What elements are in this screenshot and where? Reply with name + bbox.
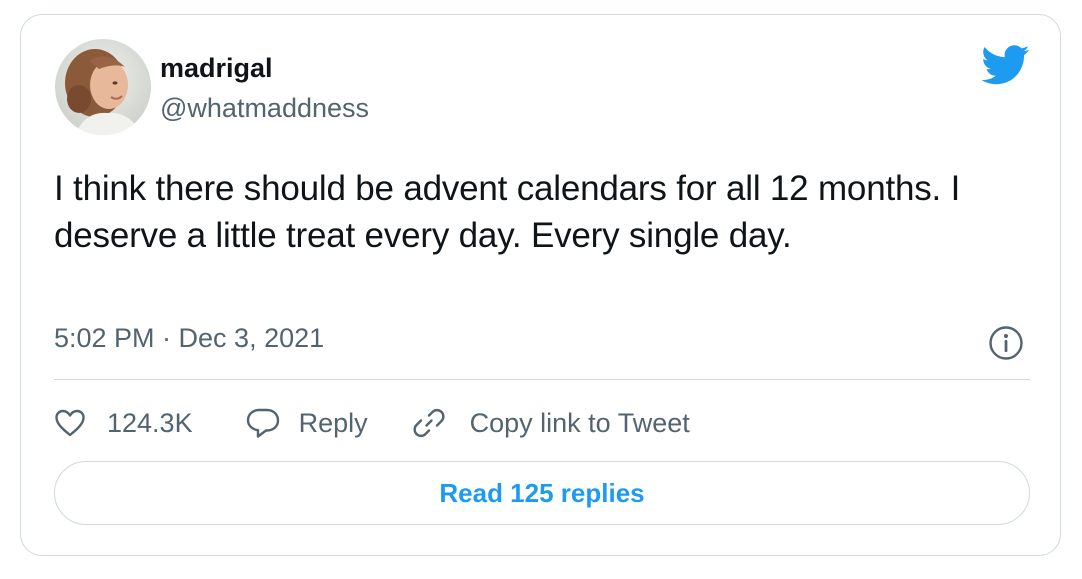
like-button[interactable]: 124.3K xyxy=(54,408,193,439)
reply-label: Reply xyxy=(298,407,368,438)
tweet-text: I think there should be advent calendars… xyxy=(54,169,961,255)
heart-icon xyxy=(54,408,86,438)
reply-button[interactable]: Reply xyxy=(245,407,368,439)
speech-bubble-icon xyxy=(245,407,281,439)
avatar[interactable] xyxy=(55,39,151,135)
link-icon xyxy=(412,406,446,440)
like-count: 124.3K xyxy=(107,407,193,438)
action-bar: 124.3K Reply Copy link to Tweet xyxy=(54,399,690,447)
author-display-name[interactable]: madrigal xyxy=(160,53,273,84)
twitter-bird-icon[interactable] xyxy=(981,45,1030,85)
tweet-card: madrigal @whatmaddness I think there sho… xyxy=(20,14,1061,556)
copy-link-button[interactable]: Copy link to Tweet xyxy=(412,406,690,440)
copy-link-label: Copy link to Tweet xyxy=(469,407,690,438)
tweet-timestamp[interactable]: 5:02 PM · Dec 3, 2021 xyxy=(54,323,324,354)
author-handle[interactable]: @whatmaddness xyxy=(160,93,369,124)
info-icon[interactable] xyxy=(988,325,1024,361)
divider xyxy=(54,379,1030,380)
read-replies-button[interactable]: Read 125 replies xyxy=(54,461,1030,525)
